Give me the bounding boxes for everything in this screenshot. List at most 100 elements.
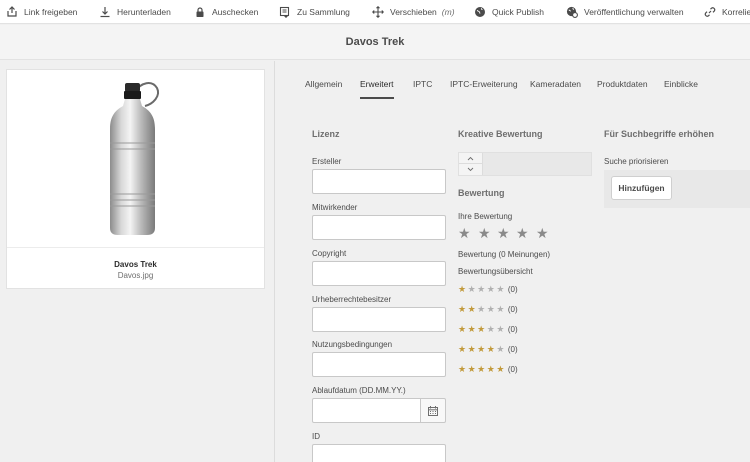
tab-einblicke[interactable]: Einblicke: [664, 79, 698, 99]
star-icon: ★: [458, 344, 467, 354]
star-icon: ★: [458, 364, 467, 374]
tab-produktdaten[interactable]: Produktdaten: [597, 79, 648, 99]
rating-title: Bewertung: [458, 188, 505, 198]
asset-filename: Davos.jpg: [117, 271, 154, 280]
manage-publication-button[interactable]: Veröffentlichung verwalten: [566, 3, 684, 21]
star-icon: ★: [467, 324, 476, 334]
quick-publish-label: Quick Publish: [492, 7, 544, 17]
tab-iptc-erweiterung[interactable]: IPTC-Erweiterung: [450, 79, 518, 99]
search-boost-title: Für Suchbegriffe erhöhen: [604, 129, 715, 139]
add-to-collection-label: Zu Sammlung: [297, 7, 350, 17]
star-icon: ★: [458, 304, 467, 314]
tab-erweitert[interactable]: Erweitert: [360, 79, 394, 99]
globe-gear-icon: [566, 6, 578, 18]
link-icon: [704, 7, 716, 17]
download-label: Herunterladen: [117, 7, 171, 17]
add-to-collection-button[interactable]: Zu Sammlung: [279, 3, 350, 21]
star-icon: ★: [467, 364, 476, 374]
move-icon: [372, 6, 384, 18]
creative-rating-stepper[interactable]: [458, 152, 592, 176]
star-icon: ★: [496, 364, 505, 374]
copyright-owner-input[interactable]: [312, 307, 446, 332]
star-icon: ★: [486, 344, 495, 354]
star-icon: ★: [496, 284, 505, 294]
creator-label: Ersteller: [312, 157, 342, 166]
stepper-increment-button[interactable]: [459, 153, 483, 164]
id-input[interactable]: [312, 444, 446, 462]
rate-star-3[interactable]: ★: [497, 226, 510, 240]
star-icon: ★: [458, 324, 467, 334]
star-icon: ★: [477, 364, 486, 374]
move-shortcut: (m): [441, 7, 455, 17]
download-icon: [100, 7, 110, 18]
water-bottle-image: [110, 82, 159, 235]
search-boost-label: Suche priorisieren: [604, 157, 669, 166]
checkout-button[interactable]: Auschecken: [194, 3, 258, 21]
rate-star-2[interactable]: ★: [478, 226, 491, 240]
share-link-button[interactable]: Link freigeben: [6, 3, 77, 21]
contributor-label: Mitwirkender: [312, 203, 358, 212]
chevron-up-icon: [467, 156, 474, 160]
download-button[interactable]: Herunterladen: [99, 3, 171, 21]
share-icon: [7, 6, 17, 17]
star-icon: ★: [496, 304, 505, 314]
star-icon: ★: [467, 284, 476, 294]
tab-allgemein[interactable]: Allgemein: [305, 79, 342, 99]
title-bar: Davos Trek: [0, 25, 750, 60]
rating-count: (0): [507, 284, 518, 294]
rating-row-3: ★ ★ ★ ★ ★ (0): [458, 324, 518, 334]
add-button[interactable]: Hinzufügen: [611, 176, 672, 200]
stepper-decrement-button[interactable]: [459, 164, 483, 175]
creator-input[interactable]: [312, 169, 446, 194]
star-icon: ★: [496, 324, 505, 334]
share-link-label: Link freigeben: [24, 7, 78, 17]
id-label: ID: [312, 432, 320, 441]
rate-star-5[interactable]: ★: [536, 226, 549, 240]
globe-icon: [475, 7, 485, 17]
rating-summary: Bewertung (0 Meinungen): [458, 250, 551, 259]
action-toolbar: Link freigeben Herunterladen Auschecken …: [0, 0, 750, 24]
rating-count: (0): [507, 344, 518, 354]
star-icon: ★: [486, 284, 495, 294]
usage-terms-input[interactable]: [312, 352, 446, 377]
star-icon: ★: [477, 284, 486, 294]
rating-row-4: ★ ★ ★ ★ ★ (0): [458, 344, 518, 354]
quick-publish-button[interactable]: Quick Publish: [474, 3, 544, 21]
your-rating-label: Ihre Bewertung: [458, 212, 513, 221]
star-icon: ★: [477, 344, 486, 354]
star-icon: ★: [477, 324, 486, 334]
rating-row-5: ★ ★ ★ ★ ★ (0): [458, 364, 518, 374]
asset-thumbnail[interactable]: [7, 70, 264, 248]
calendar-button[interactable]: [420, 398, 446, 423]
calendar-icon: [428, 405, 438, 416]
rating-overview-label: Bewertungsübersicht: [458, 267, 533, 276]
move-button[interactable]: Verschieben (m): [372, 3, 455, 21]
rate-star-4[interactable]: ★: [516, 226, 529, 240]
usage-terms-label: Nutzungsbedingungen: [312, 340, 393, 349]
panel-divider: [274, 61, 275, 462]
asset-card[interactable]: Davos Trek Davos.jpg: [6, 69, 265, 289]
expiry-date-picker: [312, 398, 446, 423]
creative-rating-title: Kreative Bewertung: [458, 129, 543, 139]
star-icon: ★: [467, 344, 476, 354]
tab-kameradaten[interactable]: Kameradaten: [530, 79, 581, 99]
correlate-label: Korrelieren: [722, 7, 750, 17]
asset-name: Davos Trek: [114, 260, 157, 269]
chevron-down-icon: [467, 167, 474, 172]
lock-icon: [196, 7, 204, 17]
add-to-collection-icon: [279, 6, 290, 18]
contributor-input[interactable]: [312, 215, 446, 240]
manage-publication-label: Veröffentlichung verwalten: [584, 7, 684, 17]
rate-star-1[interactable]: ★: [458, 226, 471, 240]
expiry-date-label: Ablaufdatum (DD.MM.YY.): [312, 386, 406, 395]
star-icon: ★: [486, 364, 495, 374]
copyright-label: Copyright: [312, 249, 347, 258]
correlate-button[interactable]: Korrelieren: [704, 3, 750, 21]
copyright-input[interactable]: [312, 261, 446, 286]
star-icon: ★: [486, 324, 495, 334]
tab-iptc[interactable]: IPTC: [413, 79, 432, 99]
expiry-date-input[interactable]: [312, 398, 421, 423]
star-icon: ★: [467, 304, 476, 314]
star-icon: ★: [477, 304, 486, 314]
rating-row-2: ★ ★ ★ ★ ★ (0): [458, 304, 518, 314]
